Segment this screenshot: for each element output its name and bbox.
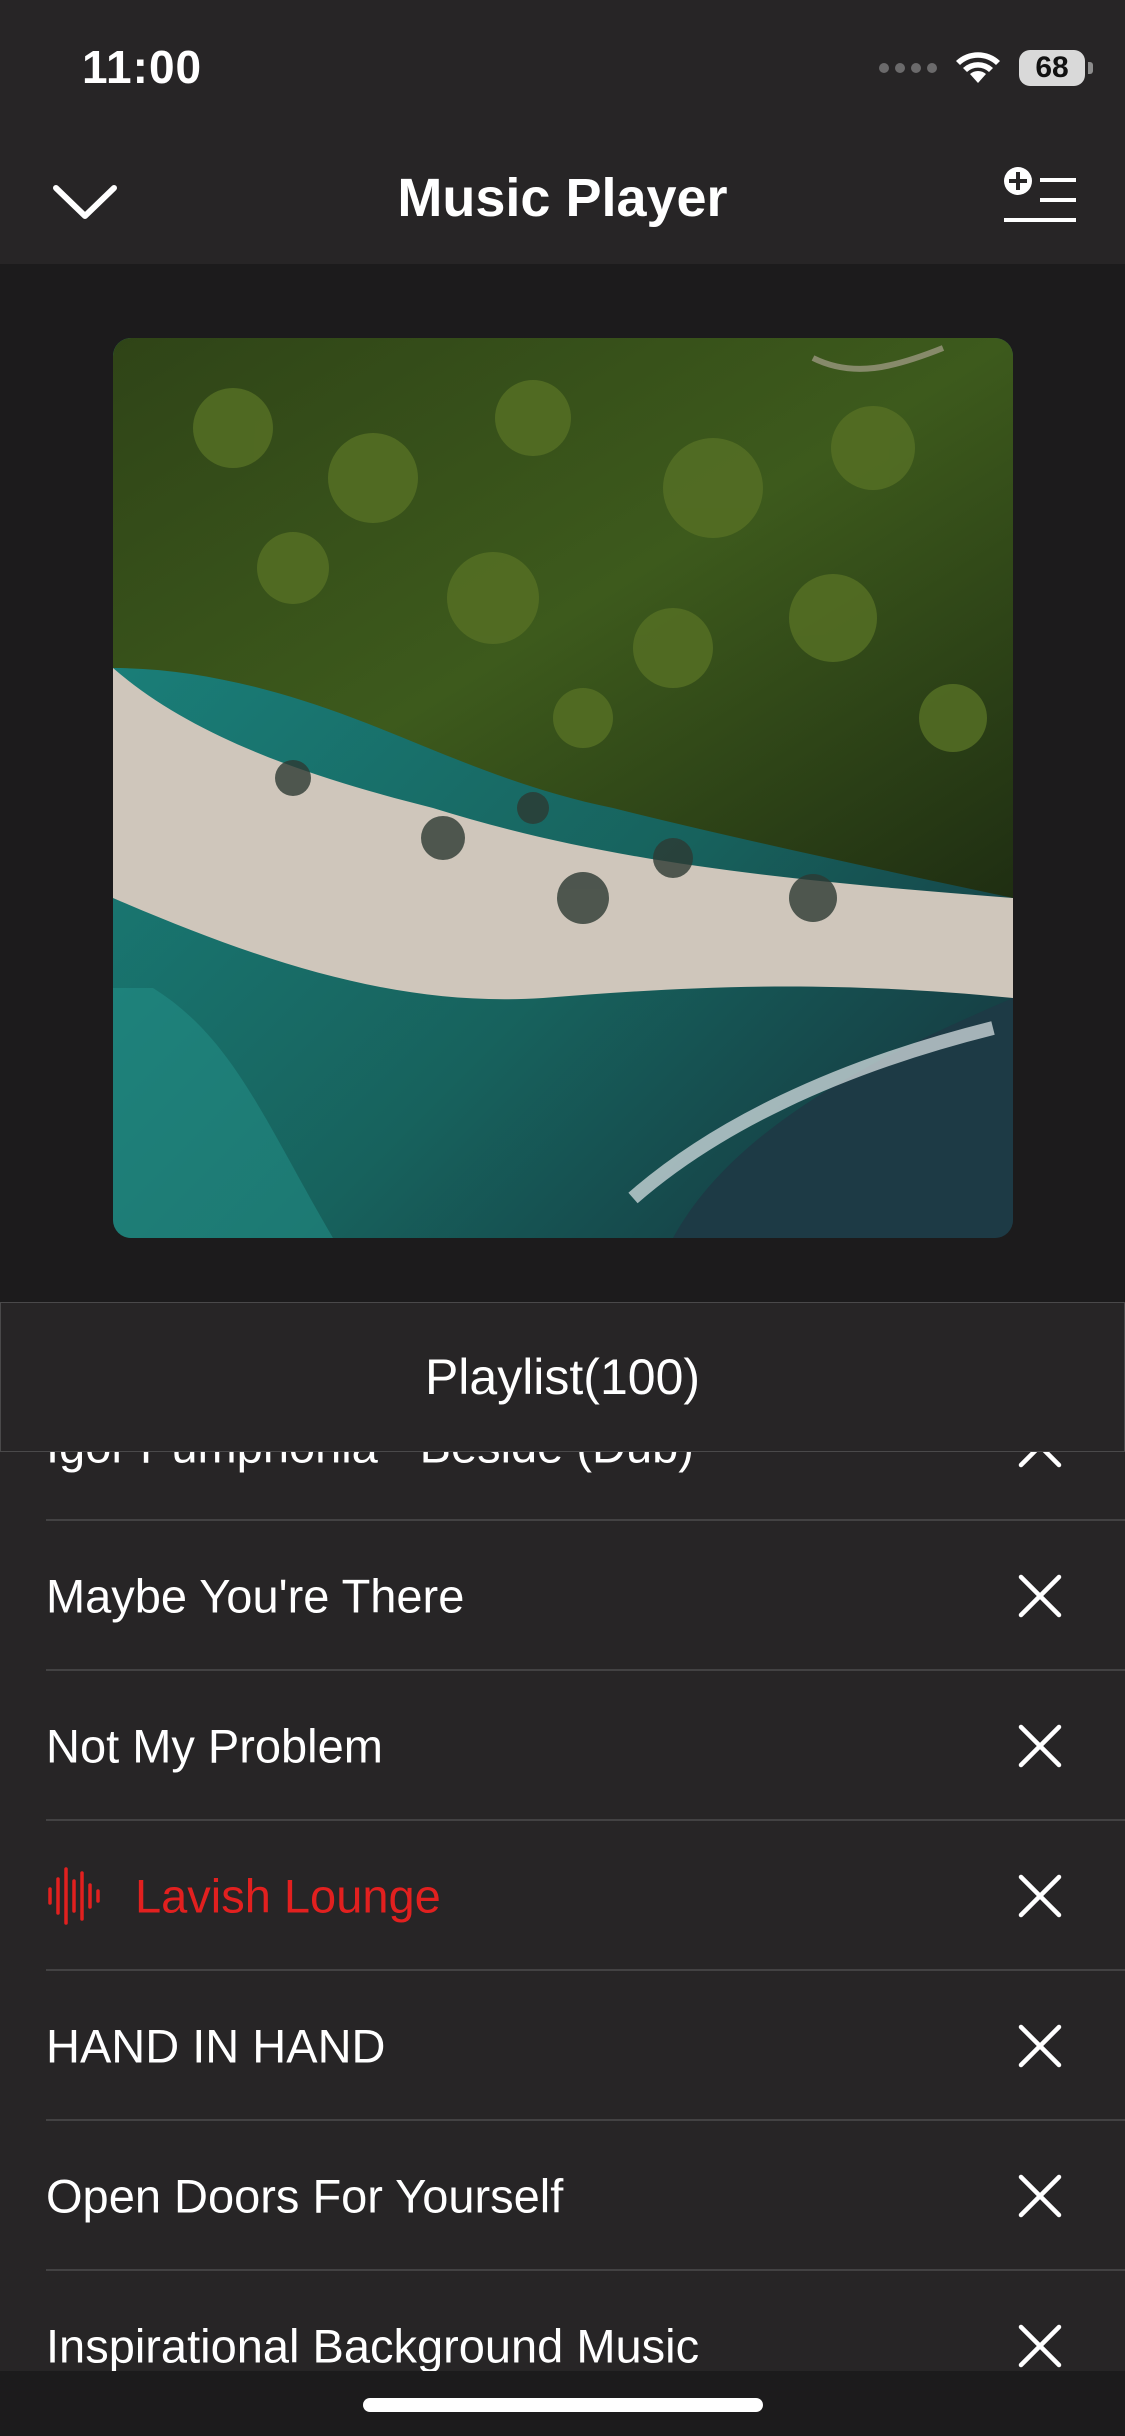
playlist-header: Playlist(100) bbox=[0, 1302, 1125, 1452]
track-row[interactable]: Inspirational Background Music bbox=[0, 2271, 1125, 2371]
close-icon[interactable] bbox=[1017, 1573, 1063, 1619]
nav-bar: Music Player bbox=[0, 130, 1125, 264]
album-artwork bbox=[113, 338, 1013, 1238]
cellular-signal-icon bbox=[879, 63, 937, 73]
status-indicators: 68 bbox=[879, 48, 1093, 88]
close-icon[interactable] bbox=[1017, 1873, 1063, 1919]
track-title: Not My Problem bbox=[46, 1719, 383, 1773]
close-icon[interactable] bbox=[1017, 1723, 1063, 1769]
page-title: Music Player bbox=[397, 168, 728, 228]
equalizer-icon bbox=[48, 1867, 100, 1925]
track-row[interactable]: HAND IN HAND bbox=[0, 1971, 1125, 2121]
track-title: Lavish Lounge bbox=[135, 1869, 441, 1923]
status-time: 11:00 bbox=[82, 41, 203, 93]
track-title: Inspirational Background Music bbox=[46, 2319, 700, 2372]
status-bar: 11:00 68 bbox=[0, 0, 1125, 130]
track-title: Open Doors For Yourself bbox=[46, 2169, 564, 2223]
battery-icon: 68 bbox=[1019, 50, 1093, 86]
track-row[interactable]: Not My Problem bbox=[0, 1671, 1125, 1821]
track-title: HAND IN HAND bbox=[46, 2019, 386, 2073]
close-icon[interactable] bbox=[1017, 2023, 1063, 2069]
wifi-icon bbox=[956, 52, 1000, 83]
playlist[interactable]: Igor Pumphonia - Beside (Dub) Maybe You'… bbox=[0, 1371, 1125, 2371]
track-row[interactable]: Maybe You're There bbox=[0, 1521, 1125, 1671]
close-icon[interactable] bbox=[1017, 2173, 1063, 2219]
home-indicator[interactable] bbox=[363, 2398, 763, 2412]
battery-level: 68 bbox=[1035, 51, 1069, 84]
track-title: Maybe You're There bbox=[46, 1569, 465, 1623]
track-row-now-playing[interactable]: Lavish Lounge bbox=[0, 1821, 1125, 1971]
add-to-queue-icon[interactable] bbox=[1000, 165, 1080, 235]
track-row[interactable]: Open Doors For Yourself bbox=[0, 2121, 1125, 2271]
close-icon[interactable] bbox=[1017, 2323, 1063, 2369]
playlist-title: Playlist(100) bbox=[424, 1349, 701, 1405]
